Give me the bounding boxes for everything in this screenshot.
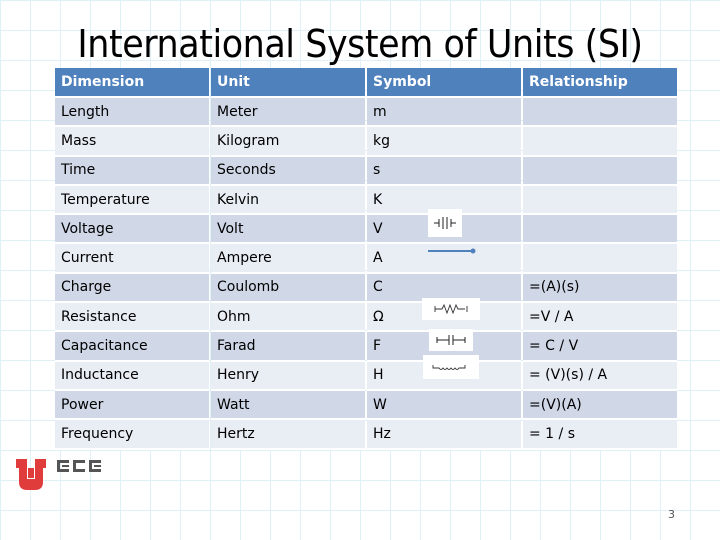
- header-symbol: Symbol: [367, 68, 521, 98]
- table-row: Mass Kilogram kg: [55, 127, 677, 157]
- table-body: Length Meter m Mass Kilogram kg Time Seconds s Te…: [55, 98, 677, 450]
- table-row: Frequency Hertz Hz = 1 / s: [55, 420, 677, 450]
- table-row: Power Watt W =(V)(A): [55, 390, 677, 421]
- table-row: Current Ampere A: [55, 244, 677, 274]
- cell-dimension: Frequency: [55, 420, 209, 450]
- table-row: Time Seconds s: [55, 156, 677, 186]
- table-row: Capacitance Farad F = C / V: [55, 332, 677, 362]
- cell-symbol: kg: [367, 127, 521, 157]
- cell-relationship: =(V)(A): [523, 390, 677, 421]
- table-row: Resistance Ohm Ω =V / A: [55, 303, 677, 333]
- cell-symbol: m: [367, 98, 521, 128]
- header-unit: Unit: [211, 68, 365, 98]
- cell-unit: Ampere: [211, 244, 365, 274]
- cell-relationship: [523, 185, 677, 216]
- cell-dimension: Resistance: [55, 303, 209, 333]
- page-number: 3: [668, 508, 675, 521]
- cell-relationship: = (V)(s) / A: [523, 361, 677, 391]
- cell-dimension: Mass: [55, 127, 209, 157]
- cell-unit: Kilogram: [211, 127, 365, 157]
- cell-relationship: = 1 / s: [523, 420, 677, 450]
- slide-title: International System of Units (SI): [77, 22, 643, 66]
- cell-symbol: W: [367, 390, 521, 421]
- header-dimension: Dimension: [55, 68, 209, 98]
- inductor-icon: [423, 355, 479, 379]
- cell-unit: Hertz: [211, 420, 365, 450]
- table-row: Temperature Kelvin K: [55, 185, 677, 216]
- ece-logo: [16, 456, 116, 496]
- cell-unit: Kelvin: [211, 185, 365, 216]
- cell-relationship: =(A)(s): [523, 273, 677, 304]
- cell-unit: Coulomb: [211, 273, 365, 304]
- cell-unit: Seconds: [211, 156, 365, 186]
- header-relationship: Relationship: [523, 68, 677, 98]
- cell-symbol: Hz: [367, 420, 521, 450]
- ece-text-icon: [57, 460, 101, 472]
- resistor-icon: [422, 298, 480, 320]
- cell-relationship: [523, 244, 677, 274]
- table-row: Voltage Volt V: [55, 215, 677, 245]
- cell-dimension: Power: [55, 390, 209, 421]
- cell-dimension: Current: [55, 244, 209, 274]
- cell-symbol: s: [367, 156, 521, 186]
- cell-relationship: = C / V: [523, 332, 677, 362]
- cell-dimension: Temperature: [55, 185, 209, 216]
- cell-unit: Farad: [211, 332, 365, 362]
- cell-dimension: Time: [55, 156, 209, 186]
- cell-relationship: [523, 98, 677, 128]
- si-units-table: Dimension Unit Symbol Relationship Lengt…: [53, 68, 679, 450]
- capacitor-icon: [429, 329, 473, 351]
- cell-dimension: Inductance: [55, 361, 209, 391]
- cell-dimension: Voltage: [55, 215, 209, 245]
- table-row: Length Meter m: [55, 98, 677, 128]
- cell-unit: Ohm: [211, 303, 365, 333]
- cell-unit: Meter: [211, 98, 365, 128]
- cell-unit: Volt: [211, 215, 365, 245]
- table-row: Charge Coulomb C =(A)(s): [55, 273, 677, 304]
- table-header-row: Dimension Unit Symbol Relationship: [55, 68, 677, 98]
- cell-relationship: [523, 156, 677, 186]
- cell-unit: Watt: [211, 390, 365, 421]
- current-arrow-icon: [428, 246, 478, 256]
- cell-relationship: =V / A: [523, 303, 677, 333]
- cell-relationship: [523, 215, 677, 245]
- battery-icon: [428, 209, 462, 237]
- cell-relationship: [523, 127, 677, 157]
- cell-dimension: Charge: [55, 273, 209, 304]
- table-row: Inductance Henry H = (V)(s) / A: [55, 361, 677, 391]
- cell-dimension: Length: [55, 98, 209, 128]
- cell-unit: Henry: [211, 361, 365, 391]
- u-logo-icon: [16, 459, 46, 490]
- cell-dimension: Capacitance: [55, 332, 209, 362]
